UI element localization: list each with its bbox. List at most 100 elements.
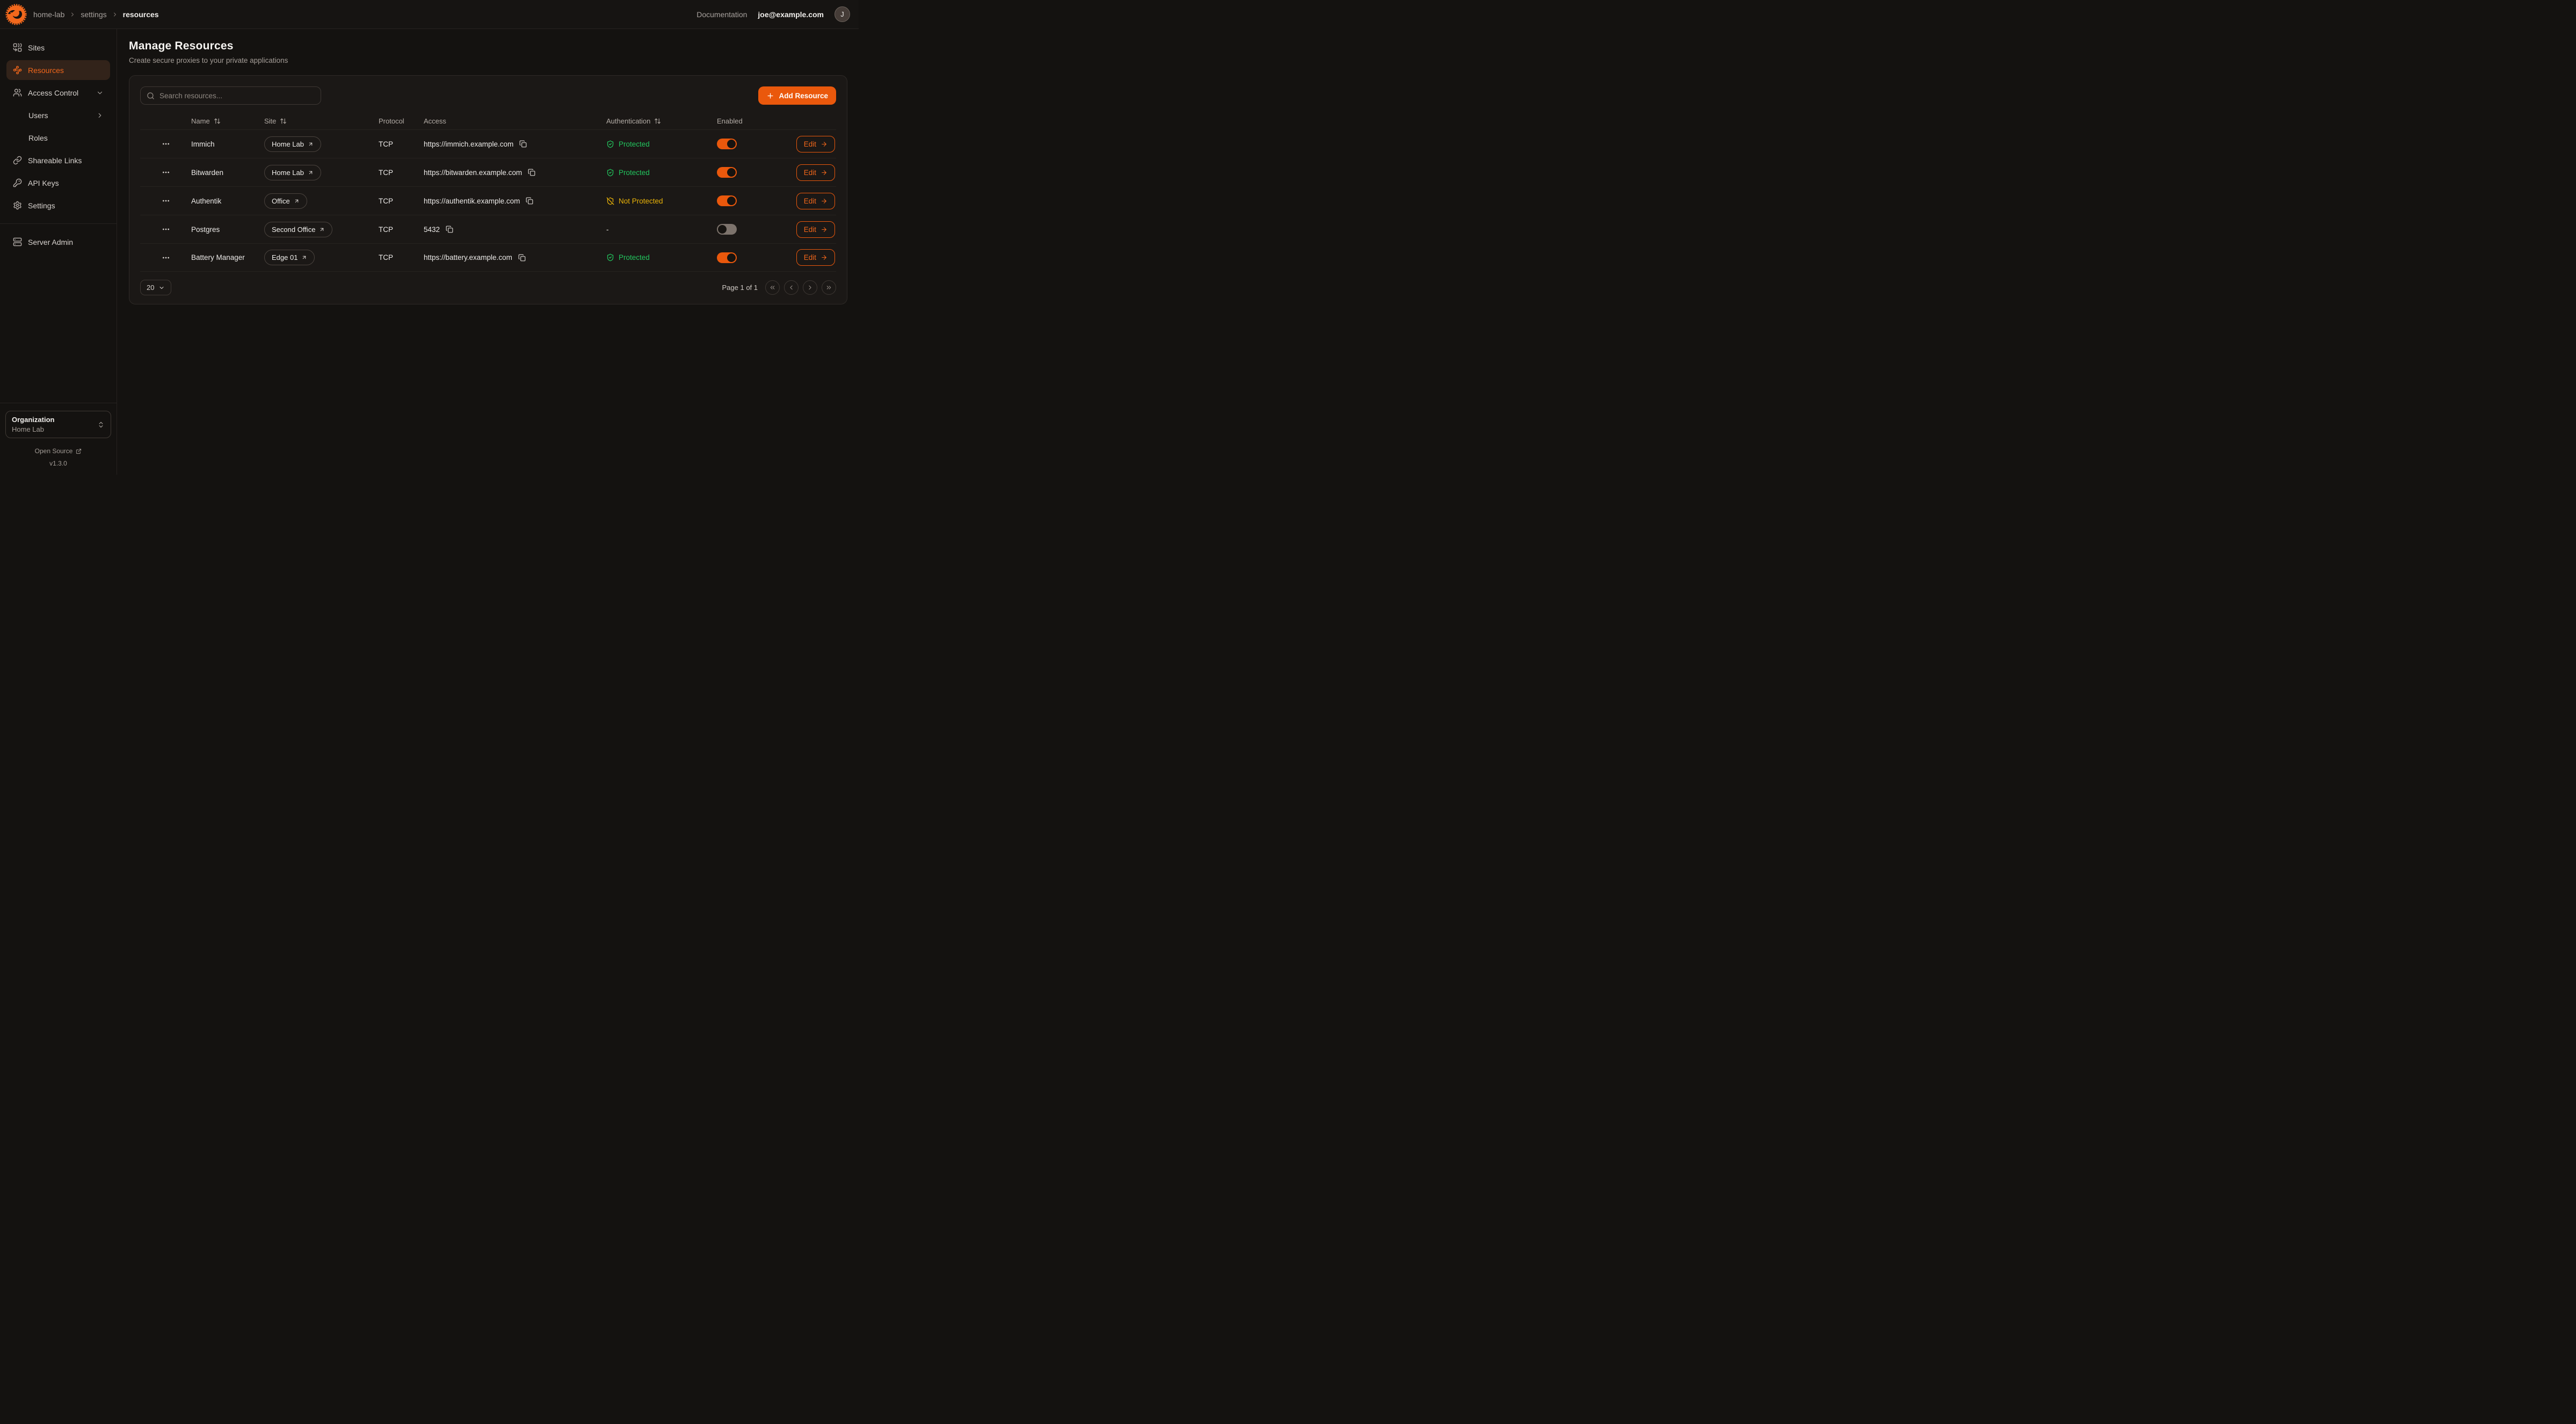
last-page-button[interactable] bbox=[822, 280, 836, 295]
site-link[interactable]: Home Lab bbox=[264, 165, 321, 180]
sidebar-item-sites[interactable]: Sites bbox=[6, 38, 110, 57]
edit-button[interactable]: Edit bbox=[796, 136, 835, 152]
copy-icon[interactable] bbox=[525, 196, 534, 206]
add-resource-label: Add Resource bbox=[779, 92, 828, 100]
sidebar-item-settings[interactable]: Settings bbox=[6, 195, 110, 215]
edit-button[interactable]: Edit bbox=[796, 193, 835, 209]
auth-status: Protected bbox=[619, 253, 650, 261]
external-link-icon bbox=[76, 448, 82, 454]
open-source-link[interactable]: Open Source bbox=[5, 447, 111, 455]
edit-button[interactable]: Edit bbox=[796, 164, 835, 181]
breadcrumb-resources[interactable]: resources bbox=[123, 10, 159, 19]
protocol: TCP bbox=[379, 140, 424, 148]
page-info: Page 1 of 1 bbox=[722, 284, 758, 292]
avatar[interactable]: J bbox=[835, 6, 850, 22]
search-icon bbox=[147, 92, 155, 100]
search-input[interactable] bbox=[159, 92, 315, 100]
sidebar-item-api-keys[interactable]: API Keys bbox=[6, 173, 110, 193]
access-value: 5432 bbox=[424, 226, 440, 234]
copy-icon[interactable] bbox=[517, 253, 527, 263]
users-icon bbox=[13, 88, 22, 97]
resource-name: Immich bbox=[191, 140, 264, 148]
pangolin-logo bbox=[4, 3, 28, 26]
chevron-down-icon bbox=[158, 285, 165, 291]
edit-button[interactable]: Edit bbox=[796, 221, 835, 238]
user-email[interactable]: joe@example.com bbox=[758, 10, 824, 19]
sidebar-item-label: Server Admin bbox=[28, 238, 73, 246]
open-source-label: Open Source bbox=[35, 447, 73, 455]
sidebar-item-resources[interactable]: Resources bbox=[6, 60, 110, 80]
row-menu-button[interactable] bbox=[159, 166, 172, 179]
server-icon bbox=[13, 237, 22, 246]
sidebar-item-users[interactable]: Users bbox=[6, 105, 110, 125]
column-header-site: Site bbox=[264, 117, 276, 125]
sidebar-footer: Organization Home Lab Open Source v1.3.0 bbox=[0, 403, 117, 467]
auth-status: - bbox=[606, 226, 609, 234]
sidebar-item-label: Access Control bbox=[28, 89, 78, 97]
previous-page-button[interactable] bbox=[784, 280, 799, 295]
auth-status: Not Protected bbox=[619, 197, 663, 205]
sidebar-item-label: Settings bbox=[28, 201, 55, 210]
resource-name: Battery Manager bbox=[191, 253, 264, 261]
site-link[interactable]: Home Lab bbox=[264, 136, 321, 152]
sort-icon[interactable] bbox=[654, 118, 661, 125]
organization-selector[interactable]: Organization Home Lab bbox=[5, 411, 111, 438]
breadcrumb-org[interactable]: home-lab bbox=[33, 10, 64, 19]
copy-icon[interactable] bbox=[445, 224, 454, 234]
first-page-button[interactable] bbox=[765, 280, 780, 295]
edit-button[interactable]: Edit bbox=[796, 249, 835, 266]
site-link[interactable]: Edge 01 bbox=[264, 250, 315, 265]
sort-icon[interactable] bbox=[280, 118, 287, 125]
sidebar-item-shareable-links[interactable]: Shareable Links bbox=[6, 150, 110, 170]
chevrons-right-icon bbox=[825, 284, 832, 291]
next-page-button[interactable] bbox=[803, 280, 817, 295]
documentation-link[interactable]: Documentation bbox=[696, 10, 747, 19]
arrow-up-right-icon bbox=[308, 141, 314, 147]
row-menu-button[interactable] bbox=[159, 137, 172, 150]
table-row: Bitwarden Home Lab TCP https://bitwarden… bbox=[140, 158, 836, 186]
access-value: https://battery.example.com bbox=[424, 253, 512, 261]
enabled-toggle[interactable] bbox=[717, 195, 737, 206]
table-row: Authentik Office TCP https://authentik.e… bbox=[140, 186, 836, 215]
add-resource-button[interactable]: Add Resource bbox=[758, 86, 836, 105]
site-link[interactable]: Office bbox=[264, 193, 307, 209]
sidebar-item-roles[interactable]: Roles bbox=[6, 128, 110, 148]
enabled-toggle[interactable] bbox=[717, 139, 737, 149]
page-size-select[interactable]: 20 bbox=[140, 280, 171, 295]
resource-name: Authentik bbox=[191, 197, 264, 205]
site-name: Edge 01 bbox=[272, 253, 297, 261]
avatar-initial: J bbox=[840, 11, 844, 18]
row-menu-button[interactable] bbox=[159, 223, 172, 236]
sort-icon[interactable] bbox=[214, 118, 221, 125]
main-content: Manage Resources Create secure proxies t… bbox=[117, 29, 859, 475]
organization-name: Home Lab bbox=[12, 425, 54, 433]
access-value: https://bitwarden.example.com bbox=[424, 169, 522, 177]
enabled-toggle[interactable] bbox=[717, 252, 737, 263]
chevron-right-icon bbox=[112, 11, 118, 18]
sidebar-item-server-admin[interactable]: Server Admin bbox=[6, 232, 110, 252]
page-subtitle: Create secure proxies to your private ap… bbox=[129, 56, 847, 64]
row-menu-button[interactable] bbox=[159, 194, 172, 207]
resource-name: Bitwarden bbox=[191, 169, 264, 177]
gear-icon bbox=[13, 201, 22, 210]
chevron-right-icon bbox=[96, 112, 104, 119]
site-name: Home Lab bbox=[272, 140, 304, 148]
site-name: Second Office bbox=[272, 226, 315, 234]
row-menu-button[interactable] bbox=[159, 251, 172, 264]
sidebar-item-label: API Keys bbox=[28, 179, 59, 187]
copy-icon[interactable] bbox=[527, 168, 536, 177]
enabled-toggle[interactable] bbox=[717, 167, 737, 178]
plus-icon bbox=[766, 92, 774, 100]
copy-icon[interactable] bbox=[518, 139, 528, 149]
search-input-wrapper bbox=[140, 86, 321, 105]
sidebar-item-access-control[interactable]: Access Control bbox=[6, 83, 110, 103]
table-row: Immich Home Lab TCP https://immich.examp… bbox=[140, 129, 836, 158]
access-value: https://authentik.example.com bbox=[424, 197, 520, 205]
protocol: TCP bbox=[379, 226, 424, 234]
site-link[interactable]: Second Office bbox=[264, 222, 332, 237]
enabled-toggle[interactable] bbox=[717, 224, 737, 235]
breadcrumb-settings[interactable]: settings bbox=[81, 10, 106, 19]
arrow-right-icon bbox=[821, 226, 828, 233]
column-header-enabled: Enabled bbox=[717, 117, 743, 125]
protocol: TCP bbox=[379, 197, 424, 205]
